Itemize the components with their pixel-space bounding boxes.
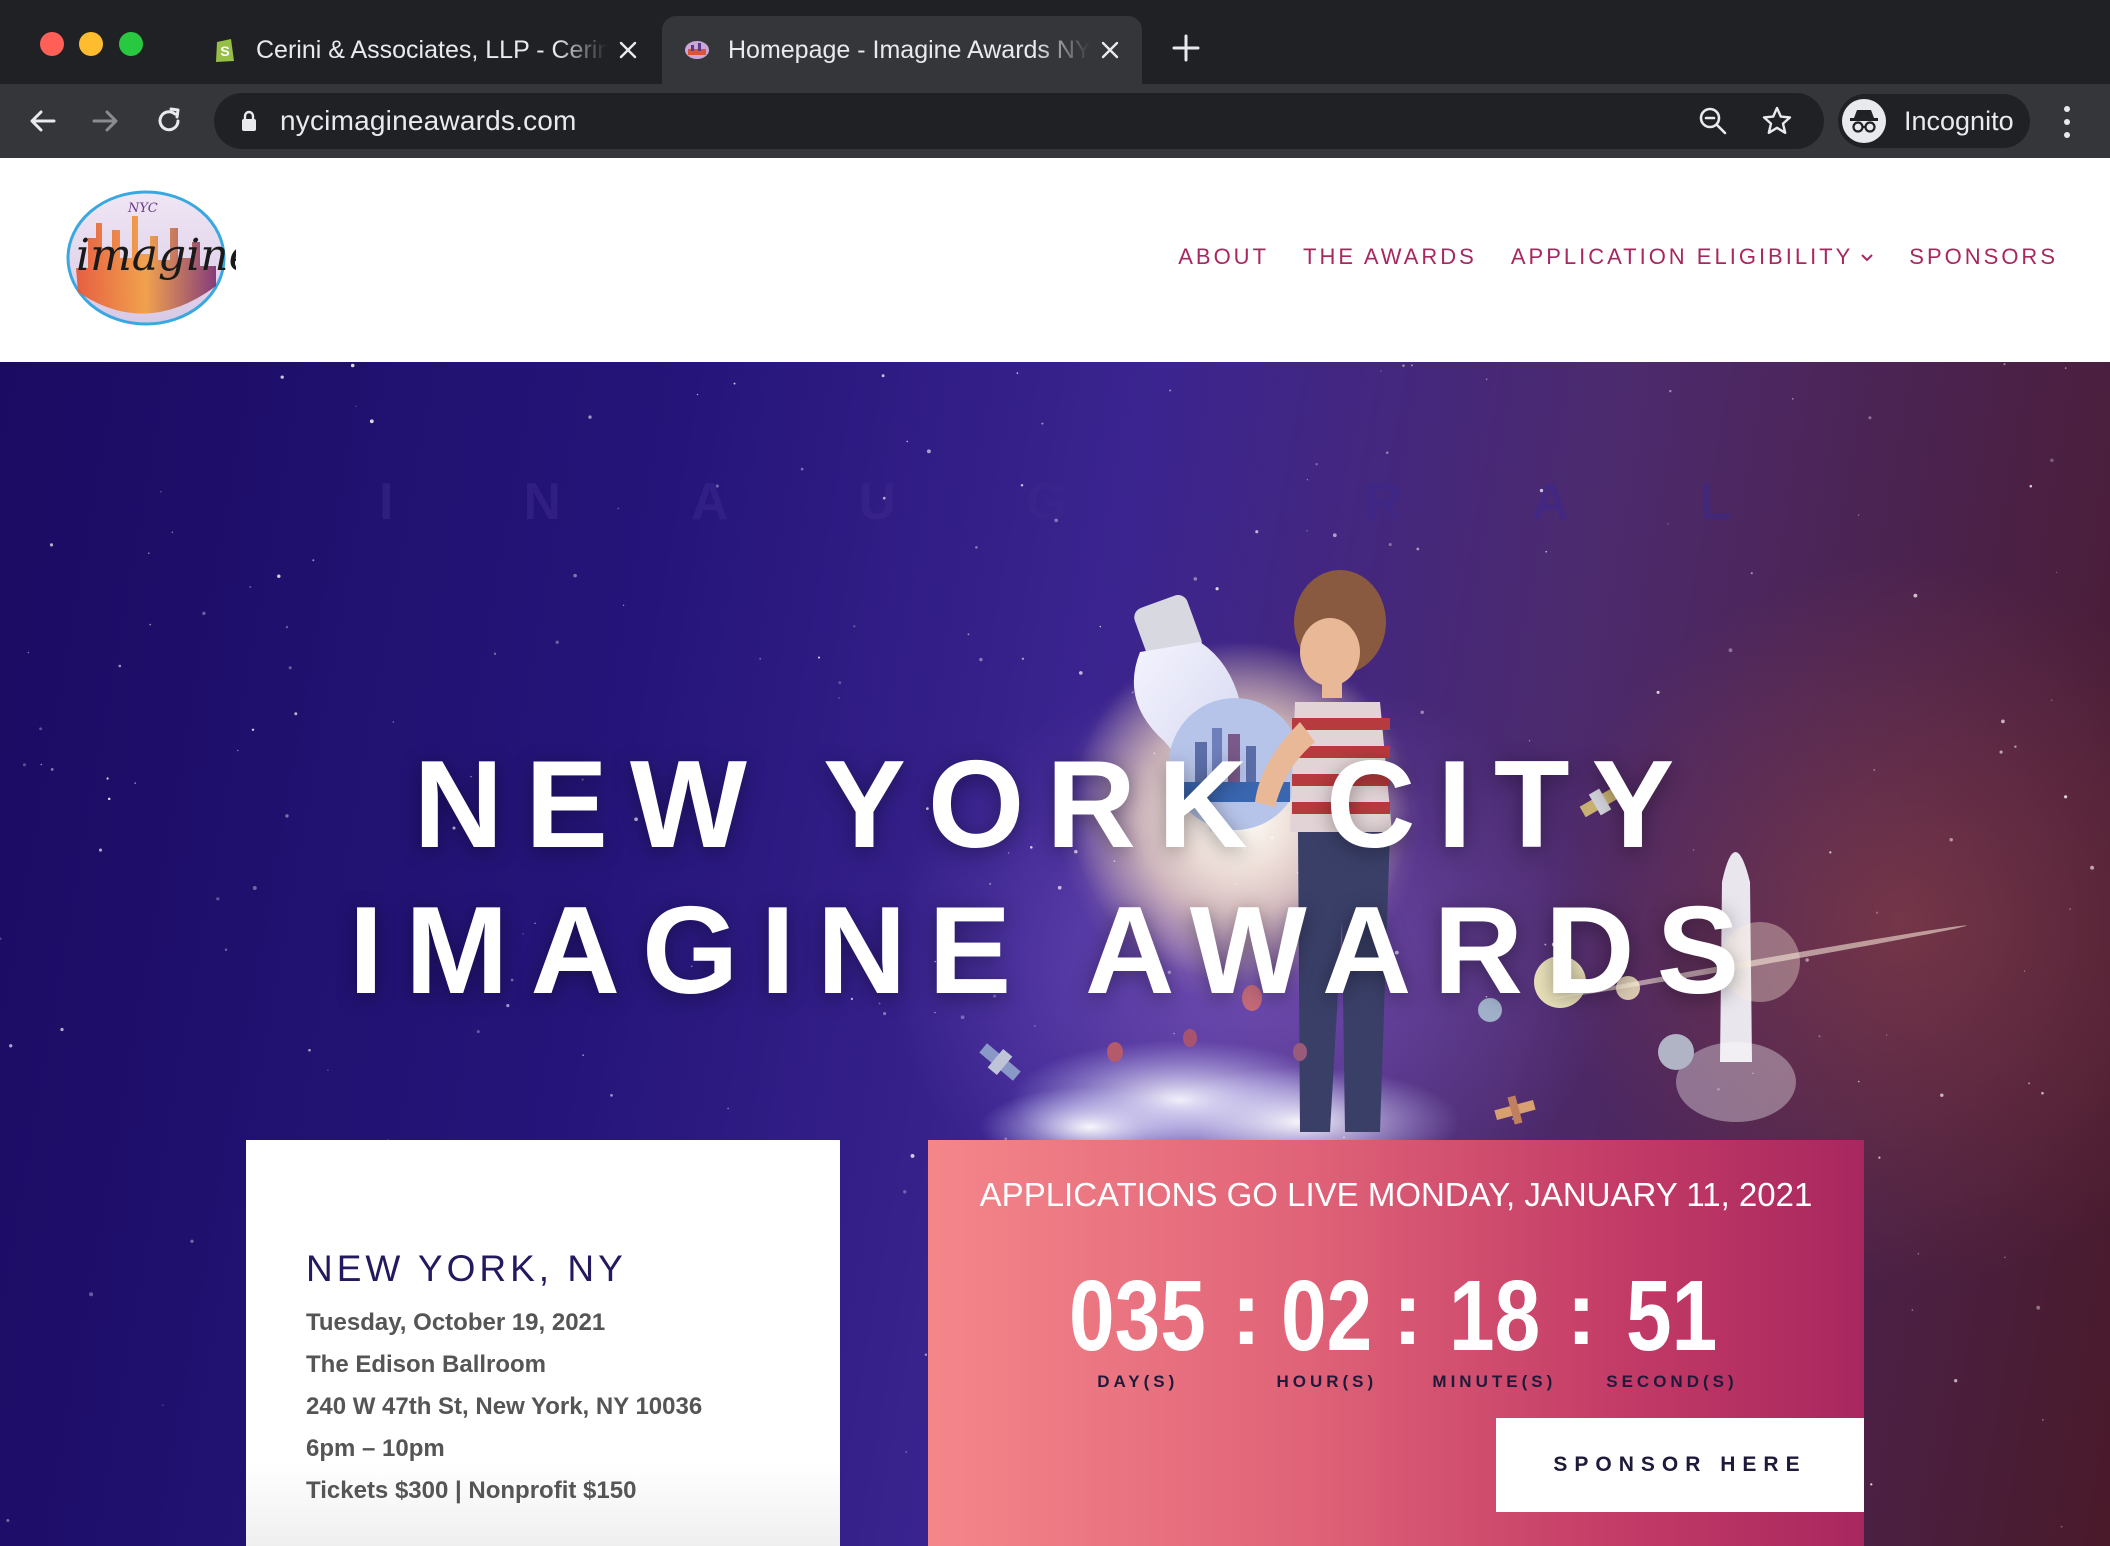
countdown-days-label: DAY(S) (1097, 1372, 1179, 1391)
address-bar[interactable]: nycimagineawards.com (214, 93, 1824, 149)
event-tickets: Tickets $300 | Nonprofit $150 (306, 1477, 637, 1504)
svg-text:S: S (220, 43, 229, 59)
window-minimize-button[interactable] (79, 32, 103, 56)
forward-arrow-icon[interactable] (82, 98, 128, 144)
event-time: 6pm – 10pm (306, 1435, 445, 1462)
chevron-down-icon (1861, 254, 1874, 262)
hero-title-line-2: IMAGINE AWARDS (348, 882, 1762, 1020)
event-address: 240 W 47th St, New York, NY 10036 (306, 1393, 703, 1420)
countdown-minutes: 18 MINUTE(S) (1432, 1264, 1556, 1392)
hero-eyebrow-text: INAUGURAL (379, 473, 1861, 531)
zoom-icon[interactable] (1696, 104, 1730, 138)
browser-menu-kebab-icon[interactable] (2052, 102, 2082, 142)
countdown-seconds: 51 SECOND(S) (1606, 1264, 1737, 1392)
hero-title-line-1: NEW YORK CITY (413, 736, 1697, 874)
logo-nyc-text: NYC (127, 201, 158, 216)
imagine-favicon-icon (685, 41, 709, 59)
sponsor-here-button[interactable]: SPONSOR HERE (1496, 1418, 1864, 1512)
logo-wordmark-text: imagine (76, 230, 236, 281)
countdown-separator: : (1231, 1264, 1262, 1364)
nav-item-label: ABOUT (1178, 244, 1270, 269)
tab-close-icon[interactable] (608, 30, 648, 70)
nav-item-label: APPLICATION ELIGIBILITY (1510, 244, 1854, 269)
countdown-seconds-value: 51 (1626, 1260, 1718, 1372)
nav-item-label: SPONSORS (1909, 244, 2058, 269)
event-venue: The Edison Ballroom (306, 1351, 547, 1378)
tab-title: Cerini & Associates, LLP - Cerini & Asso… (256, 35, 608, 64)
reload-icon[interactable] (146, 98, 192, 144)
countdown-heading: APPLICATIONS GO LIVE MONDAY, JANUARY 11,… (979, 1176, 1813, 1213)
incognito-icon (1842, 99, 1886, 143)
back-arrow-icon[interactable] (20, 98, 66, 144)
browser-tab-cerini[interactable]: S Cerini & Associates, LLP - Cerini & As… (190, 16, 660, 84)
event-city: NEW YORK, NY (306, 1248, 627, 1289)
countdown-days: 035 DAY(S) (1054, 1264, 1221, 1392)
incognito-label: Incognito (1904, 105, 2014, 136)
countdown-hours: 02 HOUR(S) (1271, 1264, 1382, 1392)
nav-item-sponsors[interactable]: SPONSORS (1909, 244, 2058, 270)
url-text[interactable]: nycimagineawards.com (280, 105, 577, 137)
countdown-separator: : (1566, 1264, 1597, 1364)
countdown-separator: : (1392, 1264, 1423, 1364)
new-tab-plus-icon[interactable] (1168, 30, 1204, 66)
nav-item-application-eligibility[interactable]: APPLICATION ELIGIBILITY (1511, 244, 1875, 270)
site-header: NYC imagine ABOUT THE AWARDS APPLICATION… (0, 158, 2110, 362)
event-details-card: NEW YORK, NY Tuesday, October 19, 2021 T… (246, 1140, 840, 1546)
hero-title: NEW YORK CITY IMAGINE AWARDS (0, 732, 2110, 1024)
countdown-timer: 035 DAY(S) : 02 HOUR(S) : 18 MINUTE(S) :… (928, 1264, 1864, 1392)
window-maximize-button[interactable] (119, 32, 143, 56)
countdown-hours-label: HOUR(S) (1276, 1372, 1378, 1391)
countdown-card: APPLICATIONS GO LIVE MONDAY, JANUARY 11,… (928, 1140, 1864, 1546)
tab-title: Homepage - Imagine Awards NYC (728, 35, 1090, 64)
nav-item-about[interactable]: ABOUT (1178, 244, 1269, 270)
main-nav: ABOUT THE AWARDS APPLICATION ELIGIBILITY… (1178, 244, 2058, 270)
tab-close-icon[interactable] (1090, 30, 1130, 70)
browser-tab-strip: S Cerini & Associates, LLP - Cerini & As… (0, 0, 2110, 84)
countdown-seconds-label: SECOND(S) (1606, 1372, 1738, 1391)
lock-icon[interactable] (240, 109, 258, 133)
incognito-profile-button[interactable]: Incognito (1838, 94, 2030, 148)
window-close-button[interactable] (40, 32, 64, 56)
hero-section: INAUGURAL NEW YORK CITY IMAGINE AWARDS N… (0, 362, 2110, 1546)
countdown-hours-value: 02 (1281, 1260, 1373, 1372)
countdown-days-value: 035 (1069, 1260, 1207, 1372)
nav-item-label: THE AWARDS (1303, 244, 1477, 269)
bookmark-star-icon[interactable] (1760, 104, 1794, 138)
imagine-nyc-logo[interactable]: NYC imagine (66, 188, 236, 328)
countdown-minutes-label: MINUTE(S) (1432, 1372, 1557, 1391)
browser-toolbar: nycimagineawards.com Incognito (0, 84, 2110, 158)
shopify-favicon-icon: S (216, 39, 234, 62)
event-date: Tuesday, October 19, 2021 (306, 1309, 606, 1336)
countdown-minutes-value: 18 (1448, 1260, 1540, 1372)
browser-tab-imagine-awards[interactable]: Homepage - Imagine Awards NYC (662, 16, 1142, 84)
nav-item-the-awards[interactable]: THE AWARDS (1303, 244, 1477, 270)
